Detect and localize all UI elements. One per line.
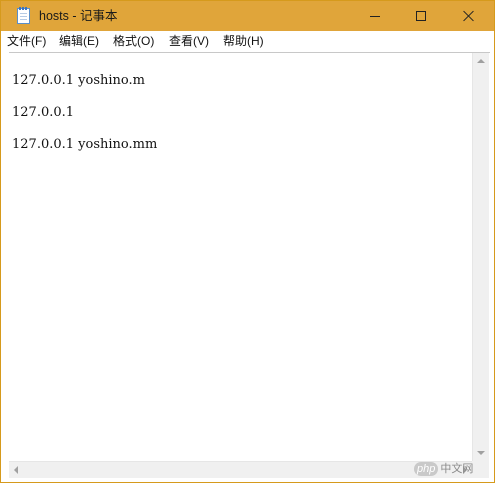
menu-format[interactable]: 格式(O)	[113, 34, 154, 49]
menu-file[interactable]: 文件(F)	[7, 34, 46, 49]
minimize-icon	[370, 16, 380, 17]
editor-frame: 127.0.0.1 yoshino.m 127.0.0.1 127.0.0.1 …	[9, 52, 490, 478]
php-logo: php	[414, 462, 439, 476]
vertical-scrollbar[interactable]	[472, 53, 489, 461]
scroll-up-icon[interactable]	[477, 59, 485, 63]
scroll-down-icon[interactable]	[477, 451, 485, 455]
maximize-icon	[416, 11, 426, 21]
menu-bar: 文件(F) 编辑(E) 格式(O) 查看(V) 帮助(H)	[1, 31, 494, 51]
editor-line: 127.0.0.1 yoshino.m	[12, 73, 145, 88]
editor-line: 127.0.0.1 yoshino.mm	[12, 137, 158, 152]
notepad-window: hosts - 记事本 文件(F) 编辑(E) 格式(O) 查看(V) 帮助(H…	[0, 0, 495, 483]
scroll-left-icon[interactable]	[14, 466, 18, 474]
window-title: hosts - 记事本	[39, 9, 118, 23]
minimize-button[interactable]	[352, 1, 398, 31]
close-button[interactable]	[444, 1, 494, 31]
menu-edit[interactable]: 编辑(E)	[59, 34, 99, 49]
menu-help[interactable]: 帮助(H)	[223, 34, 264, 49]
menu-view[interactable]: 查看(V)	[169, 34, 209, 49]
editor-line: 127.0.0.1	[12, 105, 75, 120]
notepad-icon[interactable]	[17, 7, 30, 24]
text-editor[interactable]: 127.0.0.1 yoshino.m 127.0.0.1 127.0.0.1 …	[9, 53, 472, 461]
site-watermark: php 中文网	[414, 462, 473, 476]
title-bar[interactable]: hosts - 记事本	[1, 1, 494, 31]
maximize-button[interactable]	[398, 1, 444, 31]
size-grip[interactable]	[472, 461, 489, 478]
horizontal-scrollbar[interactable]	[9, 461, 472, 478]
watermark-text: 中文网	[440, 463, 474, 475]
close-icon	[463, 10, 475, 22]
